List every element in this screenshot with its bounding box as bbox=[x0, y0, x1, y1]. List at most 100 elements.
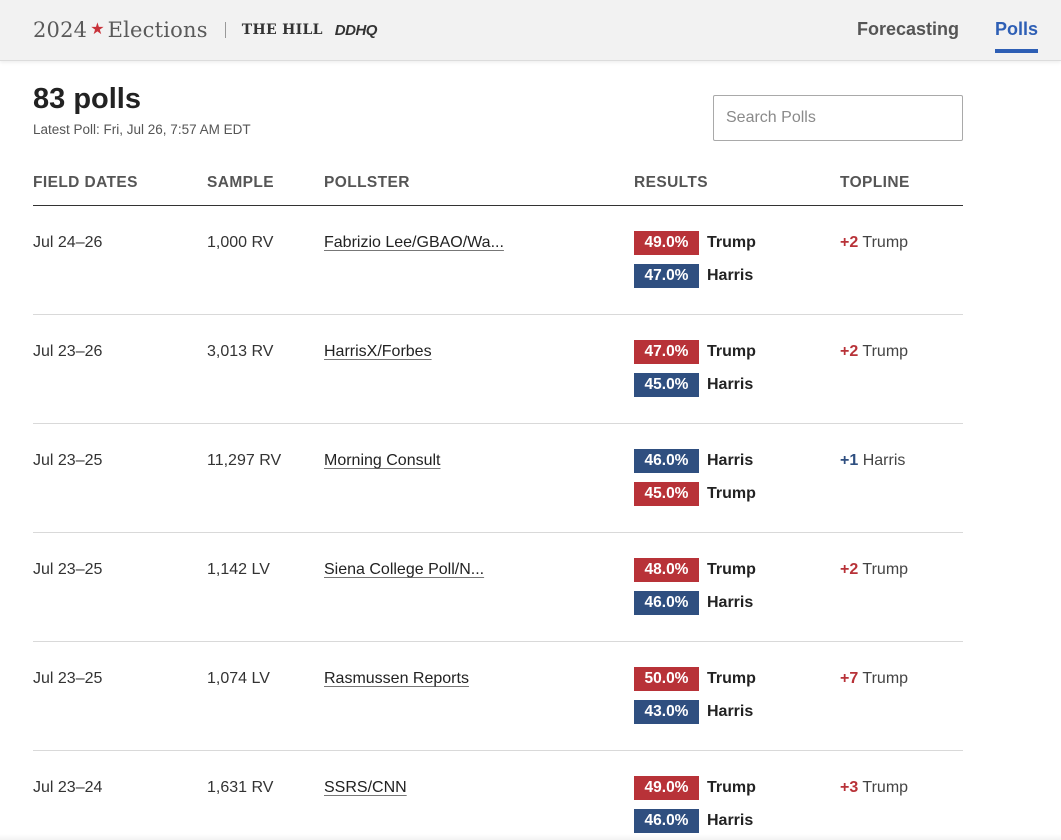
table-row[interactable]: Jul 24–26 1,000 RV Fabrizio Lee/GBAO/Wa...… bbox=[33, 206, 963, 315]
result-line: 49.0% Trump bbox=[634, 231, 756, 255]
sample-size: 1,000 RV bbox=[207, 234, 274, 251]
result-line: 48.0% Trump bbox=[634, 558, 756, 582]
topline: +7 Trump bbox=[840, 670, 908, 688]
sample-size: 11,297 RV bbox=[207, 452, 282, 469]
col-topline[interactable]: TOPLINE bbox=[840, 174, 910, 192]
candidate-name: Harris bbox=[707, 703, 754, 720]
topline-candidate: Trump bbox=[862, 779, 909, 796]
topline-margin: +2 bbox=[840, 343, 859, 360]
result-pct-badge: 46.0% bbox=[634, 809, 699, 833]
col-sample[interactable]: SAMPLE bbox=[207, 174, 274, 192]
field-dates: Jul 23–25 bbox=[33, 670, 103, 687]
candidate-name: Harris bbox=[707, 812, 754, 829]
latest-poll-timestamp: Latest Poll: Fri, Jul 26, 7:57 AM EDT bbox=[33, 122, 251, 137]
results: 49.0% Trump 47.0% Harris bbox=[634, 231, 756, 297]
result-pct-badge: 46.0% bbox=[634, 449, 699, 473]
result-pct-badge: 49.0% bbox=[634, 231, 699, 255]
table-row[interactable]: Jul 23–25 11,297 RV Morning Consult 46.0% Ha… bbox=[33, 424, 963, 533]
nav-polls[interactable]: Polls bbox=[994, 19, 1039, 53]
pollster-link[interactable]: HarrisX/Forbes bbox=[324, 343, 432, 361]
pollster-link[interactable]: SSRS/CNN bbox=[324, 779, 407, 797]
topline-candidate: Trump bbox=[862, 670, 909, 687]
result-line: 46.0% Harris bbox=[634, 449, 756, 473]
table-row[interactable]: Jul 23–25 1,074 LV Rasmussen Reports 50.0% T… bbox=[33, 642, 963, 751]
candidate-name: Harris bbox=[707, 452, 754, 469]
result-line: 43.0% Harris bbox=[634, 700, 756, 724]
star-icon: ★ bbox=[90, 21, 105, 38]
col-field-dates[interactable]: FIELD DATES bbox=[33, 174, 138, 192]
candidate-name: Trump bbox=[707, 779, 756, 796]
candidate-name: Trump bbox=[707, 343, 756, 360]
results: 47.0% Trump 45.0% Harris bbox=[634, 340, 756, 406]
field-dates: Jul 23–26 bbox=[33, 343, 103, 360]
result-pct-badge: 50.0% bbox=[634, 667, 699, 691]
pollster-link[interactable]: Rasmussen Reports bbox=[324, 670, 469, 688]
brand-year: 2024 bbox=[33, 18, 88, 42]
polls-table: FIELD DATES SAMPLE POLLSTER RESULTS TOPL… bbox=[33, 170, 963, 840]
sample-size: 3,013 RV bbox=[207, 343, 274, 360]
result-line: 49.0% Trump bbox=[634, 776, 756, 800]
field-dates: Jul 23–25 bbox=[33, 561, 103, 578]
results: 46.0% Harris 45.0% Trump bbox=[634, 449, 756, 515]
pollster-link[interactable]: Fabrizio Lee/GBAO/Wa... bbox=[324, 234, 504, 252]
candidate-name: Harris bbox=[707, 267, 754, 284]
result-pct-badge: 43.0% bbox=[634, 700, 699, 724]
topline-margin: +2 bbox=[840, 561, 859, 578]
field-dates: Jul 23–25 bbox=[33, 452, 103, 469]
pollster-link[interactable]: Morning Consult bbox=[324, 452, 441, 470]
brand-word: Elections bbox=[107, 18, 208, 42]
topline-candidate: Trump bbox=[862, 561, 909, 578]
result-pct-badge: 45.0% bbox=[634, 373, 699, 397]
top-bar: 2024 ★ Elections THE HILL DDHQ Forecasti… bbox=[0, 0, 1061, 61]
sample-size: 1,074 LV bbox=[207, 670, 270, 687]
results: 50.0% Trump 43.0% Harris bbox=[634, 667, 756, 733]
topline-candidate: Trump bbox=[862, 343, 909, 360]
table-body: Jul 24–26 1,000 RV Fabrizio Lee/GBAO/Wa...… bbox=[33, 206, 963, 840]
result-line: 45.0% Trump bbox=[634, 482, 756, 506]
result-pct-badge: 46.0% bbox=[634, 591, 699, 615]
topline-margin: +2 bbox=[840, 234, 859, 251]
pollster-link[interactable]: Siena College Poll/N... bbox=[324, 561, 484, 579]
search-polls-input[interactable] bbox=[713, 95, 963, 141]
result-pct-badge: 47.0% bbox=[634, 264, 699, 288]
main-nav: Forecasting Polls bbox=[857, 19, 1039, 53]
candidate-name: Trump bbox=[707, 234, 756, 251]
result-pct-badge: 45.0% bbox=[634, 482, 699, 506]
col-results[interactable]: RESULTS bbox=[634, 174, 708, 192]
col-pollster[interactable]: POLLSTER bbox=[324, 174, 410, 192]
candidate-name: Trump bbox=[707, 670, 756, 687]
topline-margin: +7 bbox=[840, 670, 859, 687]
results: 48.0% Trump 46.0% Harris bbox=[634, 558, 756, 624]
result-pct-badge: 47.0% bbox=[634, 340, 699, 364]
the-hill-logo: THE HILL bbox=[241, 22, 323, 38]
topline-candidate: Trump bbox=[862, 234, 909, 251]
topline: +1 Harris bbox=[840, 452, 905, 470]
table-row[interactable]: Jul 23–25 1,142 LV Siena College Poll/N...… bbox=[33, 533, 963, 642]
candidate-name: Harris bbox=[707, 376, 754, 393]
field-dates: Jul 23–24 bbox=[33, 779, 103, 796]
topline: +2 Trump bbox=[840, 234, 908, 252]
sample-size: 1,142 LV bbox=[207, 561, 270, 578]
topline: +3 Trump bbox=[840, 779, 908, 797]
result-line: 46.0% Harris bbox=[634, 809, 756, 833]
topline-candidate: Harris bbox=[862, 452, 906, 469]
result-line: 45.0% Harris bbox=[634, 373, 756, 397]
result-line: 47.0% Trump bbox=[634, 340, 756, 364]
result-line: 46.0% Harris bbox=[634, 591, 756, 615]
table-row[interactable]: Jul 23–26 3,013 RV HarrisX/Forbes 47.0% Trum… bbox=[33, 315, 963, 424]
topline-margin: +1 bbox=[840, 452, 859, 469]
result-pct-badge: 49.0% bbox=[634, 776, 699, 800]
candidate-name: Trump bbox=[707, 561, 756, 578]
topline: +2 Trump bbox=[840, 343, 908, 361]
ddhq-logo: DDHQ bbox=[334, 21, 378, 39]
table-row[interactable]: Jul 23–24 1,631 RV SSRS/CNN 49.0% Trump 46.0%… bbox=[33, 751, 963, 840]
scroll-fade bbox=[0, 834, 1061, 840]
result-pct-badge: 48.0% bbox=[634, 558, 699, 582]
topline: +2 Trump bbox=[840, 561, 908, 579]
result-line: 50.0% Trump bbox=[634, 667, 756, 691]
field-dates: Jul 24–26 bbox=[33, 234, 103, 251]
results: 49.0% Trump 46.0% Harris bbox=[634, 776, 756, 840]
nav-forecasting[interactable]: Forecasting bbox=[857, 19, 959, 46]
brand-logo[interactable]: 2024 ★ Elections THE HILL DDHQ bbox=[33, 18, 377, 42]
brand-divider bbox=[224, 22, 226, 38]
